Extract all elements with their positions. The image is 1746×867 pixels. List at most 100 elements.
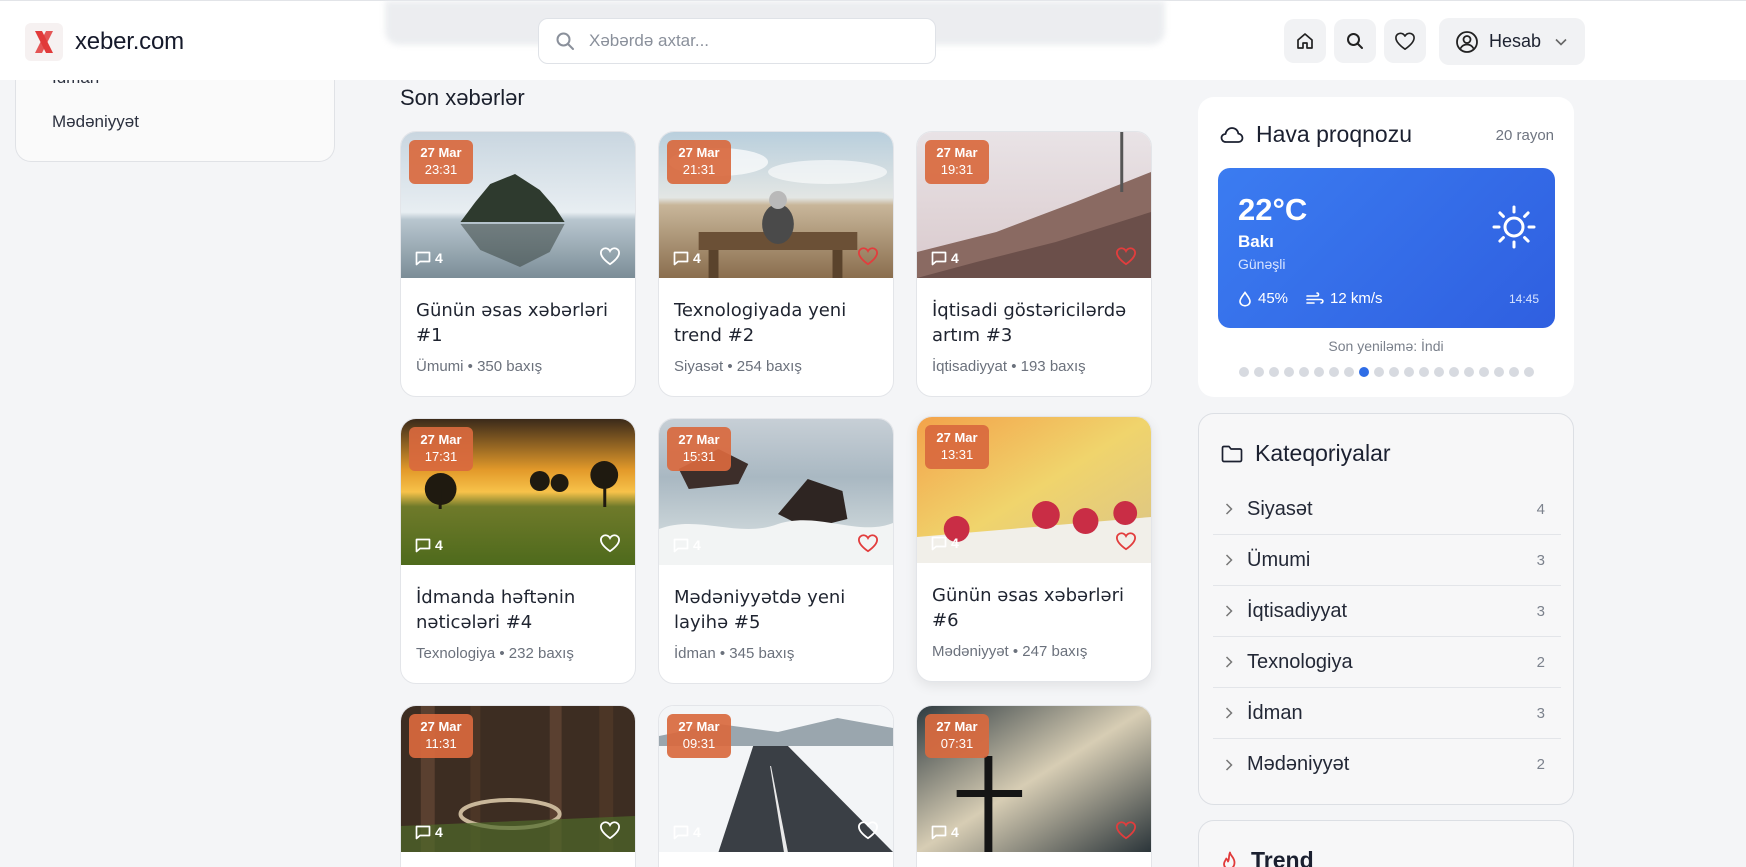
search-button[interactable] <box>1334 19 1376 63</box>
news-meta: Texnologiya • 232 baxış <box>416 645 574 662</box>
carousel-dot[interactable] <box>1299 367 1309 377</box>
news-title[interactable]: Mədəniyyətdə yeni layihə #5 <box>674 585 878 635</box>
section-title: Son xəbərlər <box>400 85 525 110</box>
date-badge: 27 Mar 07:31 <box>925 714 989 758</box>
category-count: 4 <box>1536 500 1545 518</box>
category-item-iqtisadiyyat[interactable]: İqtisadiyyat 3 <box>1213 586 1561 637</box>
news-image: 27 Mar 17:31 4 <box>401 419 635 565</box>
news-title[interactable]: Günün əsas xəbərləri #6 <box>932 583 1136 633</box>
trend-title: Trend <box>1251 847 1314 867</box>
favorites-button[interactable] <box>1384 19 1426 63</box>
heart-icon <box>1395 32 1415 50</box>
comment-count: 4 <box>931 824 959 840</box>
favorite-heart-icon[interactable] <box>857 246 879 266</box>
category-item-umumi[interactable]: Ümumi 3 <box>1213 535 1561 586</box>
chevron-right-icon <box>1225 707 1233 719</box>
carousel-dot[interactable] <box>1419 367 1429 377</box>
date-badge: 27 Mar 19:31 <box>925 140 989 184</box>
carousel-dot[interactable] <box>1509 367 1519 377</box>
category-count: 3 <box>1536 704 1545 722</box>
comment-icon <box>673 538 689 552</box>
carousel-dot[interactable] <box>1314 367 1324 377</box>
news-title[interactable]: İqtisadi göstəricilərdə artım #3 <box>932 298 1136 348</box>
top-header: xeber.com Hesab <box>0 0 1746 80</box>
news-title[interactable]: Texnologiyada yeni trend #2 <box>674 298 878 348</box>
chevron-right-icon <box>1225 554 1233 566</box>
cloud-icon <box>1220 126 1244 143</box>
news-image: 27 Mar 09:31 4 <box>659 706 893 852</box>
carousel-dot[interactable] <box>1359 367 1369 377</box>
chevron-right-icon <box>1225 503 1233 515</box>
carousel-dot[interactable] <box>1269 367 1279 377</box>
site-logo[interactable]: xeber.com <box>25 23 184 61</box>
weather-temperature: 22°C <box>1238 192 1308 227</box>
news-card[interactable]: 27 Mar 07:31 4 <box>916 705 1152 867</box>
category-item-medeniyyet[interactable]: Mədəniyyət 2 <box>1213 739 1561 790</box>
carousel-dot[interactable] <box>1374 367 1384 377</box>
carousel-dot[interactable] <box>1449 367 1459 377</box>
news-card[interactable]: 27 Mar 19:31 4 İqtisadi göstəricilərdə ar… <box>916 131 1152 397</box>
comment-icon <box>415 251 431 265</box>
category-item-idman[interactable]: İdman 3 <box>1213 688 1561 739</box>
chevron-right-icon <box>1225 656 1233 668</box>
account-menu-button[interactable]: Hesab <box>1439 18 1585 65</box>
sidebar-item-medeniyyet[interactable]: Mədəniyyət <box>52 112 139 132</box>
favorite-heart-icon[interactable] <box>599 246 621 266</box>
search-icon <box>556 32 574 50</box>
news-card[interactable]: 27 Mar 21:31 4 Texnologiyada yeni trend #… <box>658 131 894 397</box>
news-card[interactable]: 27 Mar 11:31 4 <box>400 705 636 867</box>
date-badge: 27 Mar 09:31 <box>667 714 731 758</box>
carousel-dot[interactable] <box>1464 367 1474 377</box>
category-item-texnologiya[interactable]: Texnologiya 2 <box>1213 637 1561 688</box>
carousel-dot[interactable] <box>1254 367 1264 377</box>
carousel-dot[interactable] <box>1284 367 1294 377</box>
favorite-heart-icon[interactable] <box>599 820 621 840</box>
chevron-right-icon <box>1225 605 1233 617</box>
search-box[interactable] <box>538 18 936 64</box>
news-title[interactable]: Günün əsas xəbərləri #1 <box>416 298 620 348</box>
news-card[interactable]: 27 Mar 13:31 4 Günün əsas xəbərləri #6 Məd… <box>916 416 1152 682</box>
carousel-dot[interactable] <box>1389 367 1399 377</box>
carousel-dot[interactable] <box>1434 367 1444 377</box>
news-meta: Mədəniyyət • 247 baxış <box>932 643 1088 660</box>
weather-current[interactable]: 22°C Bakı Günəşli 45% 12 km/s 14:45 <box>1218 168 1555 328</box>
favorite-heart-icon[interactable] <box>1115 820 1137 840</box>
news-image: 27 Mar 23:31 4 <box>401 132 635 278</box>
home-button[interactable] <box>1284 19 1326 63</box>
news-card[interactable]: 27 Mar 09:31 4 <box>658 705 894 867</box>
comment-count: 4 <box>673 250 701 266</box>
date-badge: 27 Mar 15:31 <box>667 427 731 471</box>
favorite-heart-icon[interactable] <box>599 533 621 553</box>
carousel-dot[interactable] <box>1344 367 1354 377</box>
favorite-heart-icon[interactable] <box>857 820 879 840</box>
comment-icon <box>673 825 689 839</box>
comment-count: 4 <box>931 535 959 551</box>
home-icon <box>1297 33 1313 49</box>
date-badge: 27 Mar 17:31 <box>409 427 473 471</box>
carousel-dot[interactable] <box>1494 367 1504 377</box>
chevron-down-icon <box>1555 38 1567 46</box>
search-input[interactable] <box>589 31 909 51</box>
weather-title: Hava proqnozu <box>1256 121 1412 147</box>
favorite-heart-icon[interactable] <box>1115 531 1137 551</box>
news-image: 27 Mar 21:31 4 <box>659 132 893 278</box>
carousel-dot[interactable] <box>1239 367 1249 377</box>
news-card[interactable]: 27 Mar 23:31 4 Günün əsas xəbərləri #1 Ümu… <box>400 131 636 397</box>
news-card[interactable]: 27 Mar 15:31 4 Mədəniyyətdə yeni layihə #… <box>658 418 894 684</box>
favorite-heart-icon[interactable] <box>857 533 879 553</box>
news-title[interactable]: İdmanda həftənin nəticələri #4 <box>416 585 620 635</box>
account-label: Hesab <box>1489 31 1542 51</box>
date-badge: 27 Mar 21:31 <box>667 140 731 184</box>
carousel-dot[interactable] <box>1524 367 1534 377</box>
news-card[interactable]: 27 Mar 17:31 4 İdmanda həftənin nəticələr… <box>400 418 636 684</box>
carousel-dot[interactable] <box>1329 367 1339 377</box>
sun-icon <box>1492 205 1536 249</box>
carousel-dot[interactable] <box>1479 367 1489 377</box>
date-badge: 27 Mar 23:31 <box>409 140 473 184</box>
trend-widget: Trend <box>1198 820 1574 867</box>
carousel-dot[interactable] <box>1404 367 1414 377</box>
category-item-siyaset[interactable]: Siyasət 4 <box>1213 484 1561 535</box>
news-meta: Siyasət • 254 baxış <box>674 358 802 375</box>
comment-count: 4 <box>673 537 701 553</box>
favorite-heart-icon[interactable] <box>1115 246 1137 266</box>
